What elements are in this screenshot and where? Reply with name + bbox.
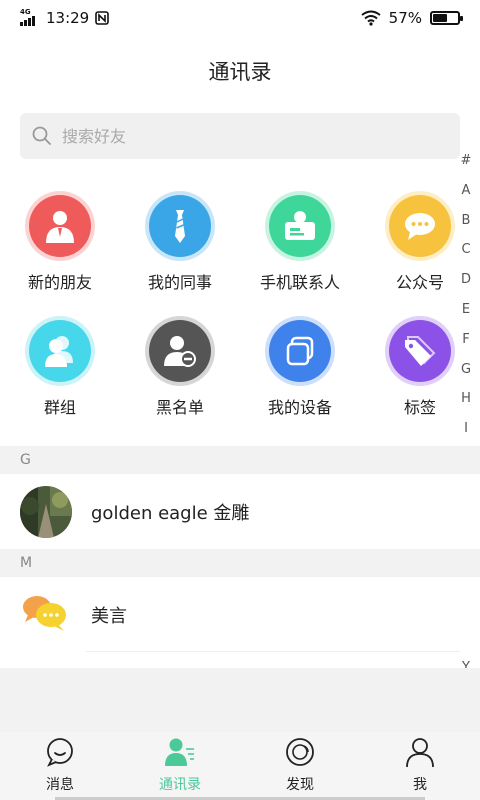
search-input[interactable] xyxy=(62,126,422,146)
grid-item-tags[interactable]: 标签 xyxy=(360,320,480,445)
function-grid: 新的朋友 我的同事 手机联系人 公众号 群组 黑名单 我的设备 标签 xyxy=(0,195,480,445)
grid-item-public-accounts[interactable]: 公众号 xyxy=(360,195,480,320)
grid-item-label: 公众号 xyxy=(395,273,444,292)
tab-contacts[interactable]: 通讯录 xyxy=(120,732,240,800)
contact-row[interactable]: golden eagle 金雕 xyxy=(0,474,480,549)
grid-item-label: 黑名单 xyxy=(155,398,204,417)
device-icon xyxy=(269,320,331,382)
status-left: 4G 13:29 xyxy=(20,8,110,27)
wifi-icon xyxy=(361,10,381,26)
alpha-index-letter[interactable]: # xyxy=(461,146,472,176)
profile-icon xyxy=(406,738,434,768)
section-header-g: G xyxy=(0,446,480,474)
colleague-tie-icon xyxy=(149,195,211,257)
grid-item-new-friends[interactable]: 新的朋友 xyxy=(0,195,120,320)
avatar xyxy=(20,485,72,538)
tab-label: 我 xyxy=(413,777,427,793)
battery-icon xyxy=(430,11,463,25)
battery-percent: 57% xyxy=(388,9,422,27)
public-account-chat-icon xyxy=(389,195,451,257)
contact-name: golden eagle 金雕 xyxy=(91,502,250,524)
list-empty-area xyxy=(0,668,480,732)
grid-item-label: 我的同事 xyxy=(147,273,212,292)
tab-label: 发现 xyxy=(286,777,314,793)
search-icon xyxy=(32,126,51,145)
tab-me[interactable]: 我 xyxy=(360,732,480,800)
grid-item-label: 我的设备 xyxy=(267,398,332,417)
status-time: 13:29 xyxy=(46,9,90,27)
grid-item-label: 群组 xyxy=(43,398,76,417)
message-bubble-icon xyxy=(47,738,73,767)
tab-label: 消息 xyxy=(46,777,74,793)
grid-item-colleagues[interactable]: 我的同事 xyxy=(120,195,240,320)
status-right: 57% xyxy=(361,9,463,27)
grid-item-label: 新的朋友 xyxy=(27,273,92,292)
tab-discover[interactable]: 发现 xyxy=(240,732,360,800)
new-friend-icon xyxy=(29,195,91,257)
grid-item-label: 手机联系人 xyxy=(259,273,340,292)
grid-item-blacklist[interactable]: 黑名单 xyxy=(120,320,240,445)
cellular-signal-icon: 4G xyxy=(20,8,40,27)
discover-icon xyxy=(286,738,314,766)
bottom-tab-bar: 消息 通讯录 发现 我 xyxy=(0,732,480,800)
contact-row[interactable]: 美言 xyxy=(0,577,480,652)
grid-item-my-devices[interactable]: 我的设备 xyxy=(240,320,360,445)
grid-item-phone-contacts[interactable]: 手机联系人 xyxy=(240,195,360,320)
group-icon xyxy=(29,320,91,382)
section-header-m: M xyxy=(0,549,480,577)
search-bar[interactable] xyxy=(20,113,460,159)
grid-item-groups[interactable]: 群组 xyxy=(0,320,120,445)
status-bar: 4G 13:29 57% xyxy=(0,0,480,36)
divider xyxy=(86,651,460,652)
tag-icon xyxy=(389,320,451,382)
phone-contact-icon xyxy=(269,195,331,257)
tab-label: 通讯录 xyxy=(159,777,201,793)
contacts-icon xyxy=(165,738,194,766)
contact-name: 美言 xyxy=(91,605,127,627)
page-title: 通讯录 xyxy=(208,60,272,84)
tab-messages[interactable]: 消息 xyxy=(0,732,120,800)
network-type: 4G xyxy=(20,8,31,16)
grid-item-label: 标签 xyxy=(403,398,436,417)
nfc-status-icon xyxy=(95,11,110,25)
chat-bubbles-avatar-icon xyxy=(20,589,72,641)
blacklist-user-icon xyxy=(149,320,211,382)
